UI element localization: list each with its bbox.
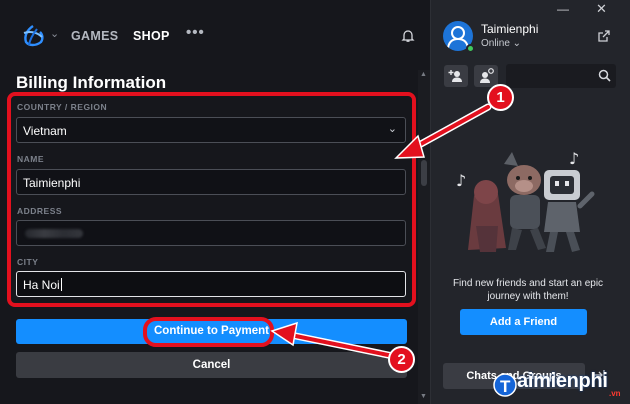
scroll-down-arrow-icon[interactable]: ▼ <box>420 393 427 400</box>
battlenet-logo-icon[interactable] <box>20 24 46 48</box>
friends-illustration: ♪ ♪ <box>456 149 595 252</box>
status-selector[interactable]: Online ⌄ <box>481 38 521 49</box>
nav-more-icon[interactable]: ••• <box>186 24 205 41</box>
scrollbar-thumb[interactable] <box>421 160 427 186</box>
online-status-dot <box>466 44 475 53</box>
minimize-icon[interactable]: — <box>557 2 569 16</box>
create-group-icon-button[interactable] <box>474 65 498 87</box>
svg-text:♪: ♪ <box>569 149 579 168</box>
highlight-form-box <box>7 92 416 307</box>
page-title: Billing Information <box>16 73 167 92</box>
cancel-button[interactable]: Cancel <box>16 352 407 378</box>
nav-shop[interactable]: SHOP <box>133 29 170 43</box>
status-text: Online <box>481 38 510 49</box>
nav-games[interactable]: GAMES <box>71 29 118 43</box>
add-a-friend-button[interactable]: Add a Friend <box>460 309 587 335</box>
logo-menu-chevron-icon[interactable]: ⌄ <box>50 27 59 40</box>
step-2-badge: 2 <box>388 346 415 373</box>
billing-scrollbar[interactable]: ▲ ▼ <box>418 70 430 404</box>
empty-friends-message: Find new friends and start an epic journ… <box>452 278 604 302</box>
close-icon[interactable]: ✕ <box>596 1 607 17</box>
cancel-label: Cancel <box>192 359 231 371</box>
scroll-up-arrow-icon[interactable]: ▲ <box>420 71 427 78</box>
highlight-continue-button <box>143 317 274 347</box>
search-icon[interactable] <box>598 69 611 82</box>
watermark-domain-suffix: .vn <box>609 389 621 398</box>
add-friend-icon-button[interactable] <box>444 65 468 87</box>
popout-icon[interactable] <box>598 30 610 42</box>
svg-text:T: T <box>500 377 511 396</box>
group-settings-icon <box>480 68 494 83</box>
add-a-friend-label: Add a Friend <box>489 316 558 328</box>
add-user-icon <box>448 70 462 82</box>
username[interactable]: Taimienphi <box>481 22 538 36</box>
watermark-text: aimienphi <box>517 370 608 392</box>
svg-text:♪: ♪ <box>456 171 466 190</box>
top-nav: ⌄ GAMES SHOP ••• <box>0 0 430 70</box>
bell-icon[interactable] <box>401 29 415 43</box>
step-1-badge: 1 <box>487 84 514 111</box>
